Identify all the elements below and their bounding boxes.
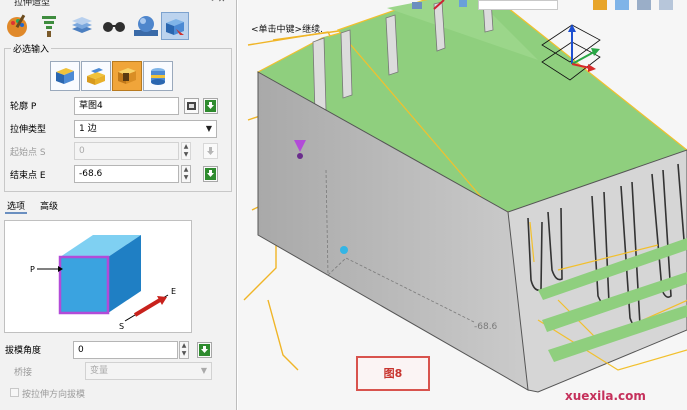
pencil-icon[interactable]	[432, 0, 446, 10]
palette-icon[interactable]	[4, 12, 32, 40]
draft-angle-field[interactable]: 0	[73, 341, 178, 359]
intersect-button[interactable]	[143, 61, 173, 91]
chevron-down-icon: ▼	[205, 124, 212, 133]
bridge-value: 变量	[90, 366, 109, 376]
model-canvas	[243, 0, 687, 393]
extrude-tool-icon[interactable]	[161, 12, 189, 40]
end-point-label: 结束点 E	[10, 171, 46, 181]
profile-label: 轮廓 P	[10, 102, 37, 112]
prompt-hint: <单击中键>继续.	[251, 25, 323, 35]
glasses-icon[interactable]	[100, 12, 128, 40]
flag-icon[interactable]	[456, 0, 470, 10]
start-point-spinner[interactable]: ▲ ▼	[181, 142, 191, 160]
draft-angle-apply-icon[interactable]	[197, 342, 212, 358]
required-input-title: 必选输入	[11, 42, 52, 55]
extrude-type-select[interactable]: 1 边 ▼	[74, 120, 217, 138]
watermark: xuexila.com	[565, 389, 646, 403]
add-solid-button[interactable]	[50, 61, 80, 91]
draft-angle-label: 拔模角度	[5, 346, 42, 356]
extrude-panel: 拉伸造型 ⌖ ✕ 必选输入 轮廓 P 草图4 拉伸类型 1 边 ▼ 起始点 S …	[0, 0, 237, 410]
end-point-spinner[interactable]: ▲ ▼	[181, 165, 191, 183]
dimension-label: -68.6	[474, 322, 498, 332]
render-mode-icon[interactable]	[593, 0, 607, 10]
draft-direction-label: 按拉伸方向拔模	[22, 390, 86, 400]
start-point-apply-icon[interactable]	[203, 143, 218, 159]
home-icon[interactable]	[410, 0, 424, 10]
diagram-label-p: P	[30, 265, 35, 274]
figure-label: 图8	[356, 356, 430, 391]
chevron-down-icon: ▼	[200, 366, 207, 375]
filter-input[interactable]	[478, 0, 558, 10]
diagram-label-s: S	[119, 322, 124, 331]
end-point-field[interactable]: -68.6	[74, 165, 179, 183]
tab-advanced[interactable]: 高级	[40, 199, 58, 212]
layers-icon[interactable]	[68, 12, 96, 40]
profile-field[interactable]: 草图4	[74, 97, 179, 115]
extrude-diagram: P E S	[4, 220, 192, 333]
cut-button[interactable]	[112, 61, 142, 91]
draft-angle-spinner[interactable]: ▲ ▼	[179, 341, 189, 359]
tree-icon[interactable]	[36, 12, 64, 40]
draft-direction-checkbox[interactable]	[10, 388, 19, 397]
bridge-select[interactable]: 变量 ▼	[85, 362, 212, 380]
view-cube-icon[interactable]	[615, 0, 629, 10]
pin-icon[interactable]: ⌖ ✕	[210, 0, 234, 5]
add-boss-button[interactable]	[81, 61, 111, 91]
tab-options[interactable]: 选项	[5, 199, 28, 214]
extrude-handle-end	[340, 246, 348, 254]
extrude-type-label: 拉伸类型	[10, 125, 47, 135]
diagram-label-e: E	[171, 287, 176, 296]
viewport-toolbar	[238, 0, 687, 14]
sphere-icon[interactable]	[132, 12, 160, 40]
viewport-3d[interactable]: <单击中键>继续. -68.6 图8 xuexila.com	[238, 0, 687, 410]
display-icon[interactable]	[637, 0, 651, 10]
start-point-field[interactable]: 0	[74, 142, 179, 160]
profile-apply-icon[interactable]	[203, 98, 218, 114]
end-point-apply-icon[interactable]	[203, 166, 218, 182]
panel-title: 拉伸造型	[14, 0, 51, 8]
start-point-label: 起始点 S	[10, 148, 46, 158]
profile-select-button[interactable]	[184, 98, 199, 114]
bridge-label: 桥接	[14, 368, 33, 378]
extrude-type-value: 1 边	[79, 124, 97, 134]
settings-icon[interactable]	[659, 0, 673, 10]
required-input-group: 必选输入 轮廓 P 草图4 拉伸类型 1 边 ▼ 起始点 S 0 ▲ ▼ 结束点…	[4, 42, 232, 192]
